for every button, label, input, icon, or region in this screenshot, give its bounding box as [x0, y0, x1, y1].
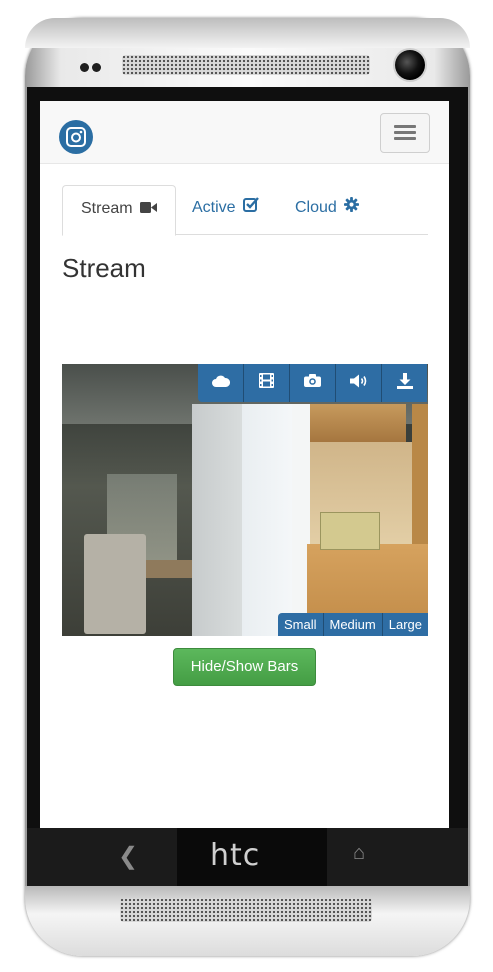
- hardware-nav-bar: ❮ htc ⌂: [27, 828, 468, 886]
- audio-button[interactable]: [336, 364, 382, 402]
- page-title: Stream: [62, 253, 146, 283]
- camera-stream-view[interactable]: Small Medium Large: [62, 364, 428, 636]
- top-speaker-grille: [122, 55, 370, 75]
- camera-icon: [304, 374, 321, 392]
- film-icon: [259, 373, 274, 393]
- gear-icon: [344, 185, 360, 231]
- record-button[interactable]: [244, 364, 290, 402]
- brand-logo: htc: [210, 838, 261, 873]
- phone-top-edge: [25, 18, 470, 48]
- back-icon[interactable]: ❮: [118, 842, 138, 871]
- tab-cloud[interactable]: Cloud: [277, 185, 377, 233]
- download-icon: [396, 372, 413, 394]
- size-toolbar: Small Medium Large: [277, 613, 428, 636]
- checkbox-check-icon: [243, 185, 259, 231]
- tab-label: Active: [192, 199, 236, 217]
- video-camera-icon: [140, 186, 158, 232]
- cloud-button[interactable]: [198, 364, 244, 402]
- hamburger-menu-icon[interactable]: [380, 113, 430, 153]
- tab-label: Cloud: [295, 199, 337, 217]
- tab-active[interactable]: Active: [174, 185, 277, 233]
- front-camera: [395, 50, 425, 80]
- hide-show-bars-button[interactable]: Hide/Show Bars: [173, 648, 316, 686]
- tab-stream[interactable]: Stream: [62, 185, 177, 236]
- download-button[interactable]: [382, 364, 427, 402]
- sensor-dot: [80, 63, 89, 72]
- size-large-button[interactable]: Large: [382, 613, 428, 636]
- cloud-icon: [211, 374, 230, 392]
- tab-bar: Stream Active Cloud: [62, 185, 428, 236]
- screen: Stream Active Cloud Stream Small Medium …: [40, 101, 449, 828]
- size-medium-button[interactable]: Medium: [323, 613, 383, 636]
- volume-icon: [349, 374, 368, 393]
- instagram-camera-icon[interactable]: [59, 120, 93, 154]
- tab-label: Stream: [81, 200, 133, 218]
- size-small-button[interactable]: Small: [277, 613, 324, 636]
- sensor-dot: [92, 63, 101, 72]
- bottom-speaker-grille: [120, 898, 372, 922]
- stream-toolbar: [198, 364, 427, 402]
- navbar: [40, 101, 449, 164]
- snapshot-button[interactable]: [290, 364, 336, 402]
- home-icon[interactable]: ⌂: [353, 842, 365, 865]
